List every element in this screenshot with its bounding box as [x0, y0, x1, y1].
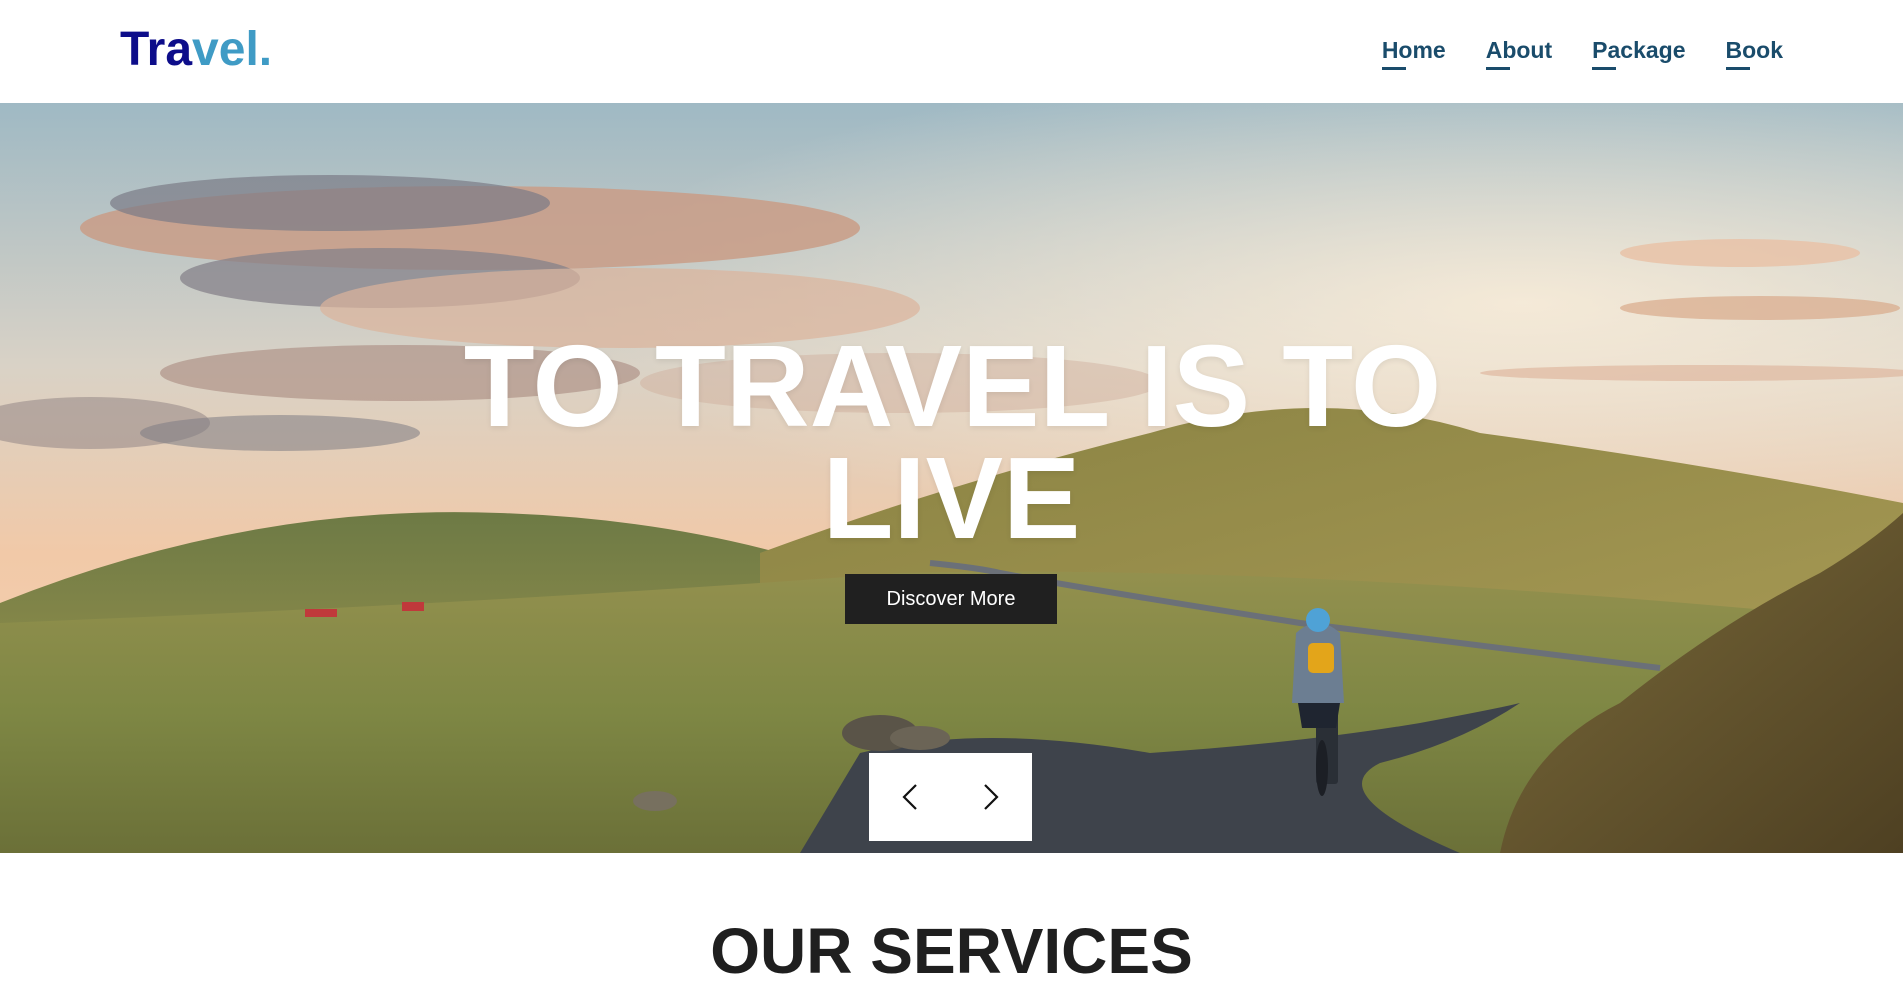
hero-title-line-2: LIVE: [822, 433, 1081, 563]
slider-controls: [869, 753, 1032, 841]
nav-home-link[interactable]: Home: [1381, 36, 1446, 70]
nav-about-link[interactable]: About: [1485, 36, 1552, 70]
services-heading: OUR SERVICES: [710, 915, 1193, 983]
hero-title-line-1: TO TRAVEL IS TO: [463, 321, 1442, 451]
chevron-left-icon[interactable]: [890, 777, 930, 817]
nav-book-link[interactable]: Book: [1725, 36, 1783, 70]
nav-package-link[interactable]: Package: [1592, 36, 1686, 70]
chevron-right-icon[interactable]: [971, 777, 1011, 817]
logo[interactable]: Travel.: [120, 22, 272, 78]
hero-section: TO TRAVEL IS TO LIVE Discover More: [0, 103, 1903, 853]
logo-part-2: vel.: [192, 23, 273, 76]
main-nav: Home About Package Book: [1381, 36, 1783, 70]
discover-more-button[interactable]: Discover More: [845, 574, 1057, 624]
site-header: Travel. Home About Package Book: [0, 0, 1903, 103]
logo-part-1: Tra: [120, 23, 193, 76]
hero-title: TO TRAVEL IS TO LIVE: [0, 321, 1903, 563]
